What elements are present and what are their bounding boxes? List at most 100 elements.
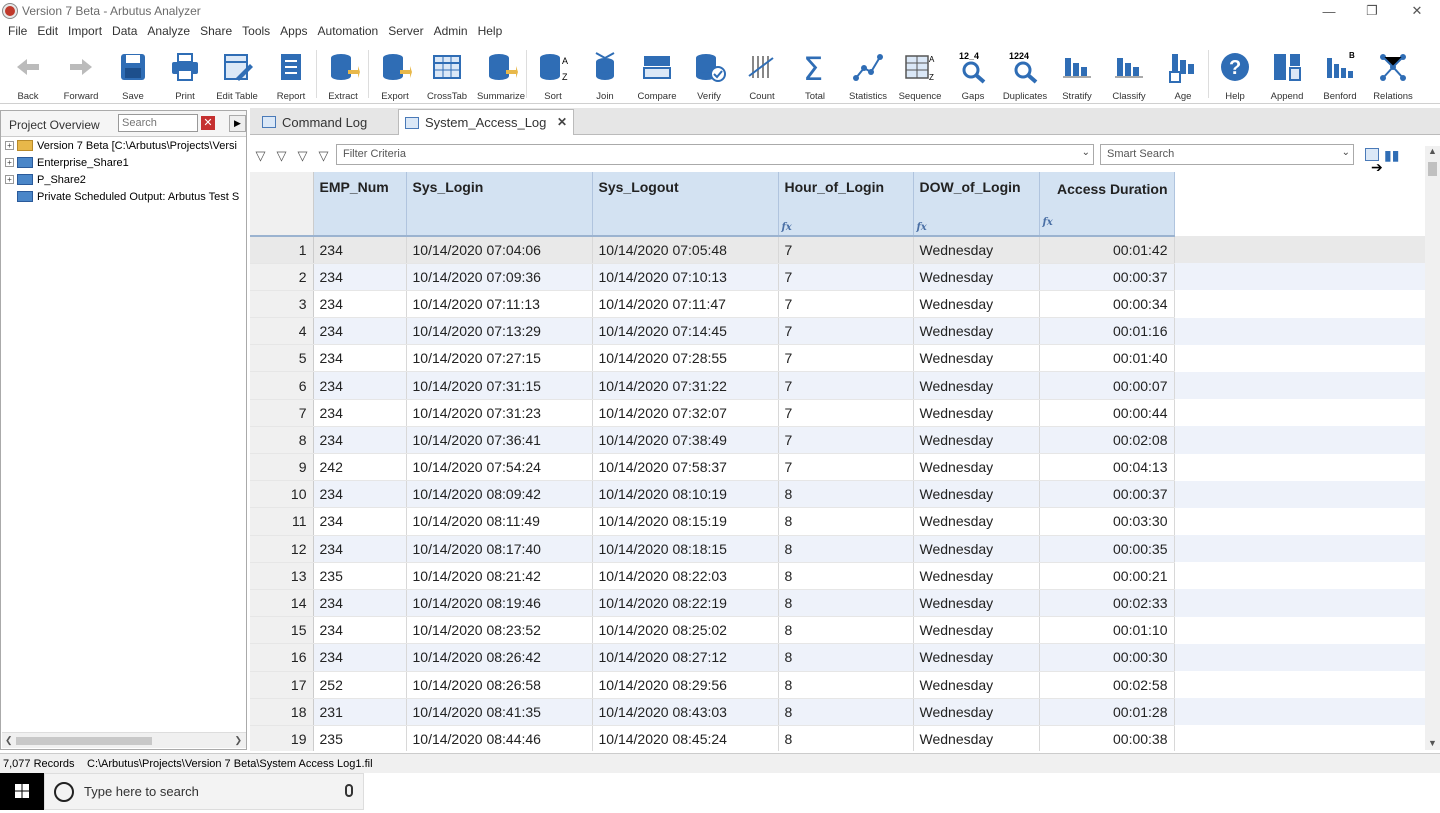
table-cell[interactable]: 7 [778, 263, 914, 291]
table-cell[interactable]: 10/14/2020 07:38:49 [592, 426, 779, 455]
table-cell[interactable]: 252 [313, 671, 407, 699]
table-cell[interactable]: 8 [778, 535, 914, 563]
table-cell[interactable]: Wednesday [913, 535, 1040, 563]
row-number[interactable]: 5 [250, 344, 314, 373]
table-row[interactable]: 14 234 10/14/2020 08:19:46 10/14/2020 08:22… [250, 589, 1425, 618]
table-row[interactable]: 6 234 10/14/2020 07:31:15 10/14/2020 07:31:… [250, 371, 1425, 400]
table-cell[interactable]: Wednesday [913, 371, 1040, 400]
scroll-down-icon[interactable]: ▼ [1428, 738, 1437, 748]
filter-icon[interactable]: ▽ [315, 147, 332, 164]
table-cell[interactable]: 10/14/2020 07:54:24 [406, 453, 593, 482]
windows-start-button[interactable] [0, 773, 44, 810]
table-cell[interactable]: Wednesday [913, 725, 1040, 751]
table-cell[interactable]: 234 [313, 236, 407, 264]
table-cell[interactable]: 10/14/2020 08:41:35 [406, 698, 593, 726]
scroll-up-icon[interactable]: ▲ [1428, 146, 1437, 156]
table-cell[interactable]: 8 [778, 671, 914, 699]
append-button[interactable]: Append [1261, 46, 1313, 104]
table-cell[interactable]: 00:02:33 [1039, 589, 1175, 618]
table-cell[interactable]: 7 [778, 453, 914, 482]
table-row[interactable]: 4 234 10/14/2020 07:13:29 10/14/2020 07:14:… [250, 317, 1425, 346]
row-number[interactable]: 12 [250, 535, 314, 563]
table-cell[interactable]: 10/14/2020 08:29:56 [592, 671, 779, 699]
table-cell[interactable]: 234 [313, 589, 407, 618]
stratify-button[interactable]: Stratify [1051, 46, 1103, 104]
table-cell[interactable]: 10/14/2020 07:31:15 [406, 371, 593, 400]
table-cell[interactable]: 10/14/2020 08:22:03 [592, 562, 779, 590]
menu-item-help[interactable]: Help [473, 24, 508, 38]
row-number[interactable]: 11 [250, 507, 314, 536]
table-row[interactable]: 2 234 10/14/2020 07:09:36 10/14/2020 07:10:… [250, 263, 1425, 291]
sort-button[interactable]: A Z Sort [527, 46, 579, 104]
menu-item-edit[interactable]: Edit [32, 24, 63, 38]
table-cell[interactable]: 10/14/2020 07:10:13 [592, 263, 779, 291]
table-cell[interactable]: 00:03:30 [1039, 507, 1175, 536]
row-number[interactable]: 8 [250, 426, 314, 455]
collapse-panel-button[interactable]: ▶ [229, 115, 246, 132]
chevron-down-icon[interactable]: ⌄ [1342, 147, 1350, 158]
table-cell[interactable]: 10/14/2020 08:26:42 [406, 643, 593, 672]
table-cell[interactable]: 10/14/2020 08:25:02 [592, 616, 779, 645]
table-cell[interactable]: 00:01:40 [1039, 344, 1175, 373]
taskbar-search-box[interactable]: Type here to search [44, 773, 364, 810]
table-cell[interactable]: 00:01:10 [1039, 616, 1175, 645]
minimize-button[interactable]: — [1306, 0, 1352, 22]
table-cell[interactable]: Wednesday [913, 643, 1040, 672]
table-cell[interactable]: 10/14/2020 07:11:13 [406, 290, 593, 319]
table-cell[interactable]: 10/14/2020 08:45:24 [592, 725, 779, 751]
row-number[interactable]: 19 [250, 725, 314, 751]
help-button[interactable]: ? Help [1209, 46, 1261, 104]
scroll-thumb[interactable] [1428, 162, 1437, 176]
menu-item-analyze[interactable]: Analyze [142, 24, 195, 38]
close-window-button[interactable]: ✕ [1394, 0, 1440, 22]
filter-add-icon[interactable]: ▽ [252, 147, 269, 164]
menu-item-share[interactable]: Share [195, 24, 237, 38]
tab-command-log[interactable]: Command Log [262, 109, 402, 135]
table-cell[interactable]: 00:00:34 [1039, 290, 1175, 319]
table-cell[interactable]: 10/14/2020 07:04:06 [406, 236, 593, 264]
row-number[interactable]: 15 [250, 616, 314, 645]
table-cell[interactable]: 10/14/2020 08:44:46 [406, 725, 593, 751]
table-cell[interactable]: 231 [313, 698, 407, 726]
table-cell[interactable]: 234 [313, 616, 407, 645]
row-number[interactable]: 17 [250, 671, 314, 699]
age-button[interactable]: Age [1157, 46, 1209, 104]
table-cell[interactable]: 235 [313, 725, 407, 751]
menu-item-file[interactable]: File [3, 24, 32, 38]
table-row[interactable]: 11 234 10/14/2020 08:11:49 10/14/2020 08:15… [250, 507, 1425, 536]
table-cell[interactable]: 234 [313, 507, 407, 536]
table-cell[interactable]: 10/14/2020 07:14:45 [592, 317, 779, 346]
table-cell[interactable]: Wednesday [913, 399, 1040, 427]
table-cell[interactable]: 7 [778, 290, 914, 319]
tree-item-p-share[interactable]: + P_Share2 [5, 171, 86, 188]
menu-item-import[interactable]: Import [63, 24, 107, 38]
filter-edit-icon[interactable]: ▽ [273, 147, 290, 164]
table-cell[interactable]: 10/14/2020 07:05:48 [592, 236, 779, 264]
table-cell[interactable]: 10/14/2020 08:15:19 [592, 507, 779, 536]
table-cell[interactable]: Wednesday [913, 236, 1040, 264]
crosstab-button[interactable]: CrossTab [421, 46, 473, 104]
vertical-scrollbar[interactable]: ▲ ▼ [1425, 146, 1440, 750]
extract-button[interactable]: Extract [317, 46, 369, 104]
table-cell[interactable]: 10/14/2020 07:09:36 [406, 263, 593, 291]
table-cell[interactable]: 234 [313, 290, 407, 319]
project-search-input[interactable] [118, 114, 198, 132]
table-cell[interactable]: 10/14/2020 08:26:58 [406, 671, 593, 699]
table-cell[interactable]: 7 [778, 426, 914, 455]
table-cell[interactable]: 10/14/2020 08:11:49 [406, 507, 593, 536]
table-cell[interactable]: 8 [778, 698, 914, 726]
table-cell[interactable]: 7 [778, 236, 914, 264]
table-cell[interactable]: Wednesday [913, 616, 1040, 645]
row-number[interactable]: 4 [250, 317, 314, 346]
statistics-button[interactable]: Statistics [842, 46, 894, 104]
table-cell[interactable]: 00:00:44 [1039, 399, 1175, 427]
table-cell[interactable]: Wednesday [913, 480, 1040, 509]
row-number[interactable]: 9 [250, 453, 314, 482]
table-cell[interactable]: 10/14/2020 07:58:37 [592, 453, 779, 482]
table-cell[interactable]: 00:00:21 [1039, 562, 1175, 590]
expand-icon[interactable]: + [5, 141, 14, 150]
table-cell[interactable]: 10/14/2020 07:13:29 [406, 317, 593, 346]
maximize-button[interactable]: ❐ [1349, 0, 1395, 22]
filter-criteria-input[interactable]: Filter Criteria ⌄ [336, 144, 1094, 165]
table-cell[interactable]: 10/14/2020 08:19:46 [406, 589, 593, 618]
